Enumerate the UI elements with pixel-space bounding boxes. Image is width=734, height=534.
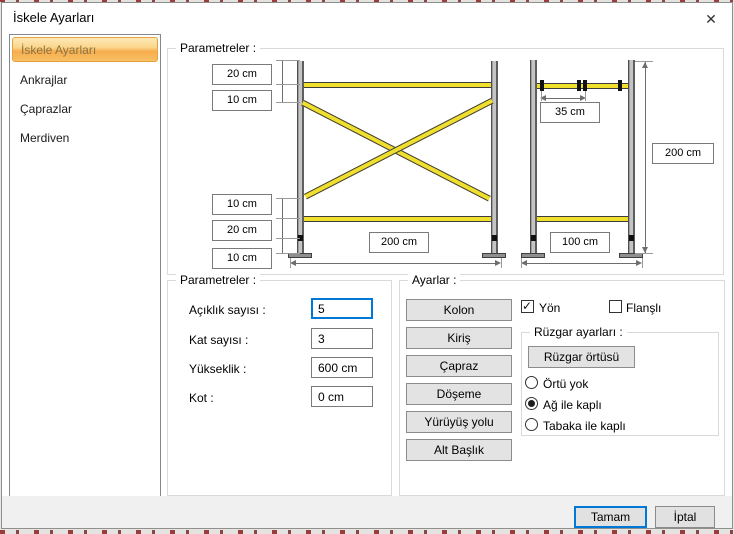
kiris-button[interactable]: Kiriş bbox=[406, 327, 512, 349]
dim-label-base-gap: 10 cm bbox=[212, 248, 272, 269]
ag-ile-kapli-radio[interactable] bbox=[525, 397, 538, 410]
dim-label-top-offset: 20 cm bbox=[212, 64, 272, 85]
kat-sayisi-input[interactable] bbox=[311, 328, 373, 349]
aciklik-sayisi-input[interactable] bbox=[311, 298, 373, 319]
rail-marker bbox=[577, 80, 581, 91]
yon-checkbox[interactable] bbox=[521, 299, 534, 313]
settings-groupbox-title: Ayarlar : bbox=[408, 273, 461, 287]
rail-left-top bbox=[304, 82, 491, 88]
ortu-yok-radio[interactable] bbox=[525, 376, 538, 389]
field-label-kat-sayisi: Kat sayısı : bbox=[189, 333, 249, 347]
diagram-groupbox-title: Parametreler : bbox=[176, 41, 261, 55]
rail-marker bbox=[618, 80, 622, 91]
tabaka-ile-kapli-radio-label[interactable]: Tabaka ile kaplı bbox=[543, 419, 626, 433]
field-label-kot: Kot : bbox=[189, 391, 214, 405]
rail-marker bbox=[583, 80, 587, 91]
dim-label-top-gap: 10 cm bbox=[212, 90, 272, 111]
sidebar: İskele Ayarları Ankrajlar Çaprazlar Merd… bbox=[9, 34, 161, 498]
post-joint bbox=[492, 235, 497, 241]
dim-label-frame-height: 200 cm bbox=[652, 143, 714, 164]
close-icon[interactable]: ✕ bbox=[698, 7, 724, 31]
rail-right-bottom bbox=[537, 216, 628, 222]
tabaka-ile-kapli-radio[interactable] bbox=[525, 418, 538, 431]
alt-baslik-button[interactable]: Alt Başlık bbox=[406, 439, 512, 461]
ag-ile-kapli-radio-label[interactable]: Ağ ile kaplı bbox=[543, 398, 602, 412]
yukseklik-input[interactable] bbox=[311, 357, 373, 378]
rail-marker bbox=[540, 80, 544, 91]
yon-checkbox-label[interactable]: Yön bbox=[539, 301, 560, 315]
yuruyus-yolu-button[interactable]: Yürüyüş yolu bbox=[406, 411, 512, 433]
post-left-a bbox=[297, 61, 304, 253]
field-label-aciklik-sayisi: Açıklık sayısı : bbox=[189, 303, 266, 317]
dim-label-toe-gap: 20 cm bbox=[212, 220, 272, 241]
doseme-button[interactable]: Döşeme bbox=[406, 383, 512, 405]
sidebar-item-merdiven[interactable]: Merdiven bbox=[20, 131, 69, 145]
params-groupbox-title: Parametreler : bbox=[176, 273, 261, 287]
tamam-button[interactable]: Tamam bbox=[574, 506, 647, 528]
post-joint bbox=[629, 235, 634, 241]
wind-groupbox-title: Rüzgar ayarları : bbox=[530, 325, 627, 339]
dialog-iskele-ayarlari: İskele Ayarları ✕ İskele Ayarları Ankraj… bbox=[1, 2, 733, 529]
sidebar-item-caprazlar[interactable]: Çaprazlar bbox=[20, 102, 72, 116]
dim-label-rail-gap: 10 cm bbox=[212, 194, 272, 215]
post-right-a bbox=[530, 60, 537, 253]
post-right-b bbox=[628, 60, 635, 253]
base-plate bbox=[482, 253, 506, 258]
kot-input[interactable] bbox=[311, 386, 373, 407]
capraz-button[interactable]: Çapraz bbox=[406, 355, 512, 377]
post-joint bbox=[531, 235, 536, 241]
rail-left-bottom bbox=[304, 216, 491, 222]
flansli-checkbox-label[interactable]: Flanşlı bbox=[626, 301, 661, 315]
sidebar-item-iskele-ayarlari[interactable]: İskele Ayarları bbox=[12, 37, 158, 62]
flansli-checkbox[interactable] bbox=[609, 300, 622, 313]
kolon-button[interactable]: Kolon bbox=[406, 299, 512, 321]
ruzgar-ortusu-button[interactable]: Rüzgar örtüsü bbox=[528, 346, 635, 368]
dialog-title: İskele Ayarları bbox=[13, 10, 95, 25]
background-app-edge-bottom bbox=[0, 530, 734, 534]
iptal-button[interactable]: İptal bbox=[655, 506, 715, 528]
field-label-yukseklik: Yükseklik : bbox=[189, 362, 247, 376]
dim-label-stud-spacing: 35 cm bbox=[540, 102, 600, 123]
sidebar-item-ankrajlar[interactable]: Ankrajlar bbox=[20, 73, 67, 87]
base-plate bbox=[521, 253, 545, 258]
dim-label-frame-width: 100 cm bbox=[550, 232, 610, 253]
titlebar: İskele Ayarları ✕ bbox=[2, 3, 732, 34]
dim-label-bay-width: 200 cm bbox=[369, 232, 429, 253]
post-left-b bbox=[491, 61, 498, 253]
ortu-yok-radio-label[interactable]: Örtü yok bbox=[543, 377, 588, 391]
